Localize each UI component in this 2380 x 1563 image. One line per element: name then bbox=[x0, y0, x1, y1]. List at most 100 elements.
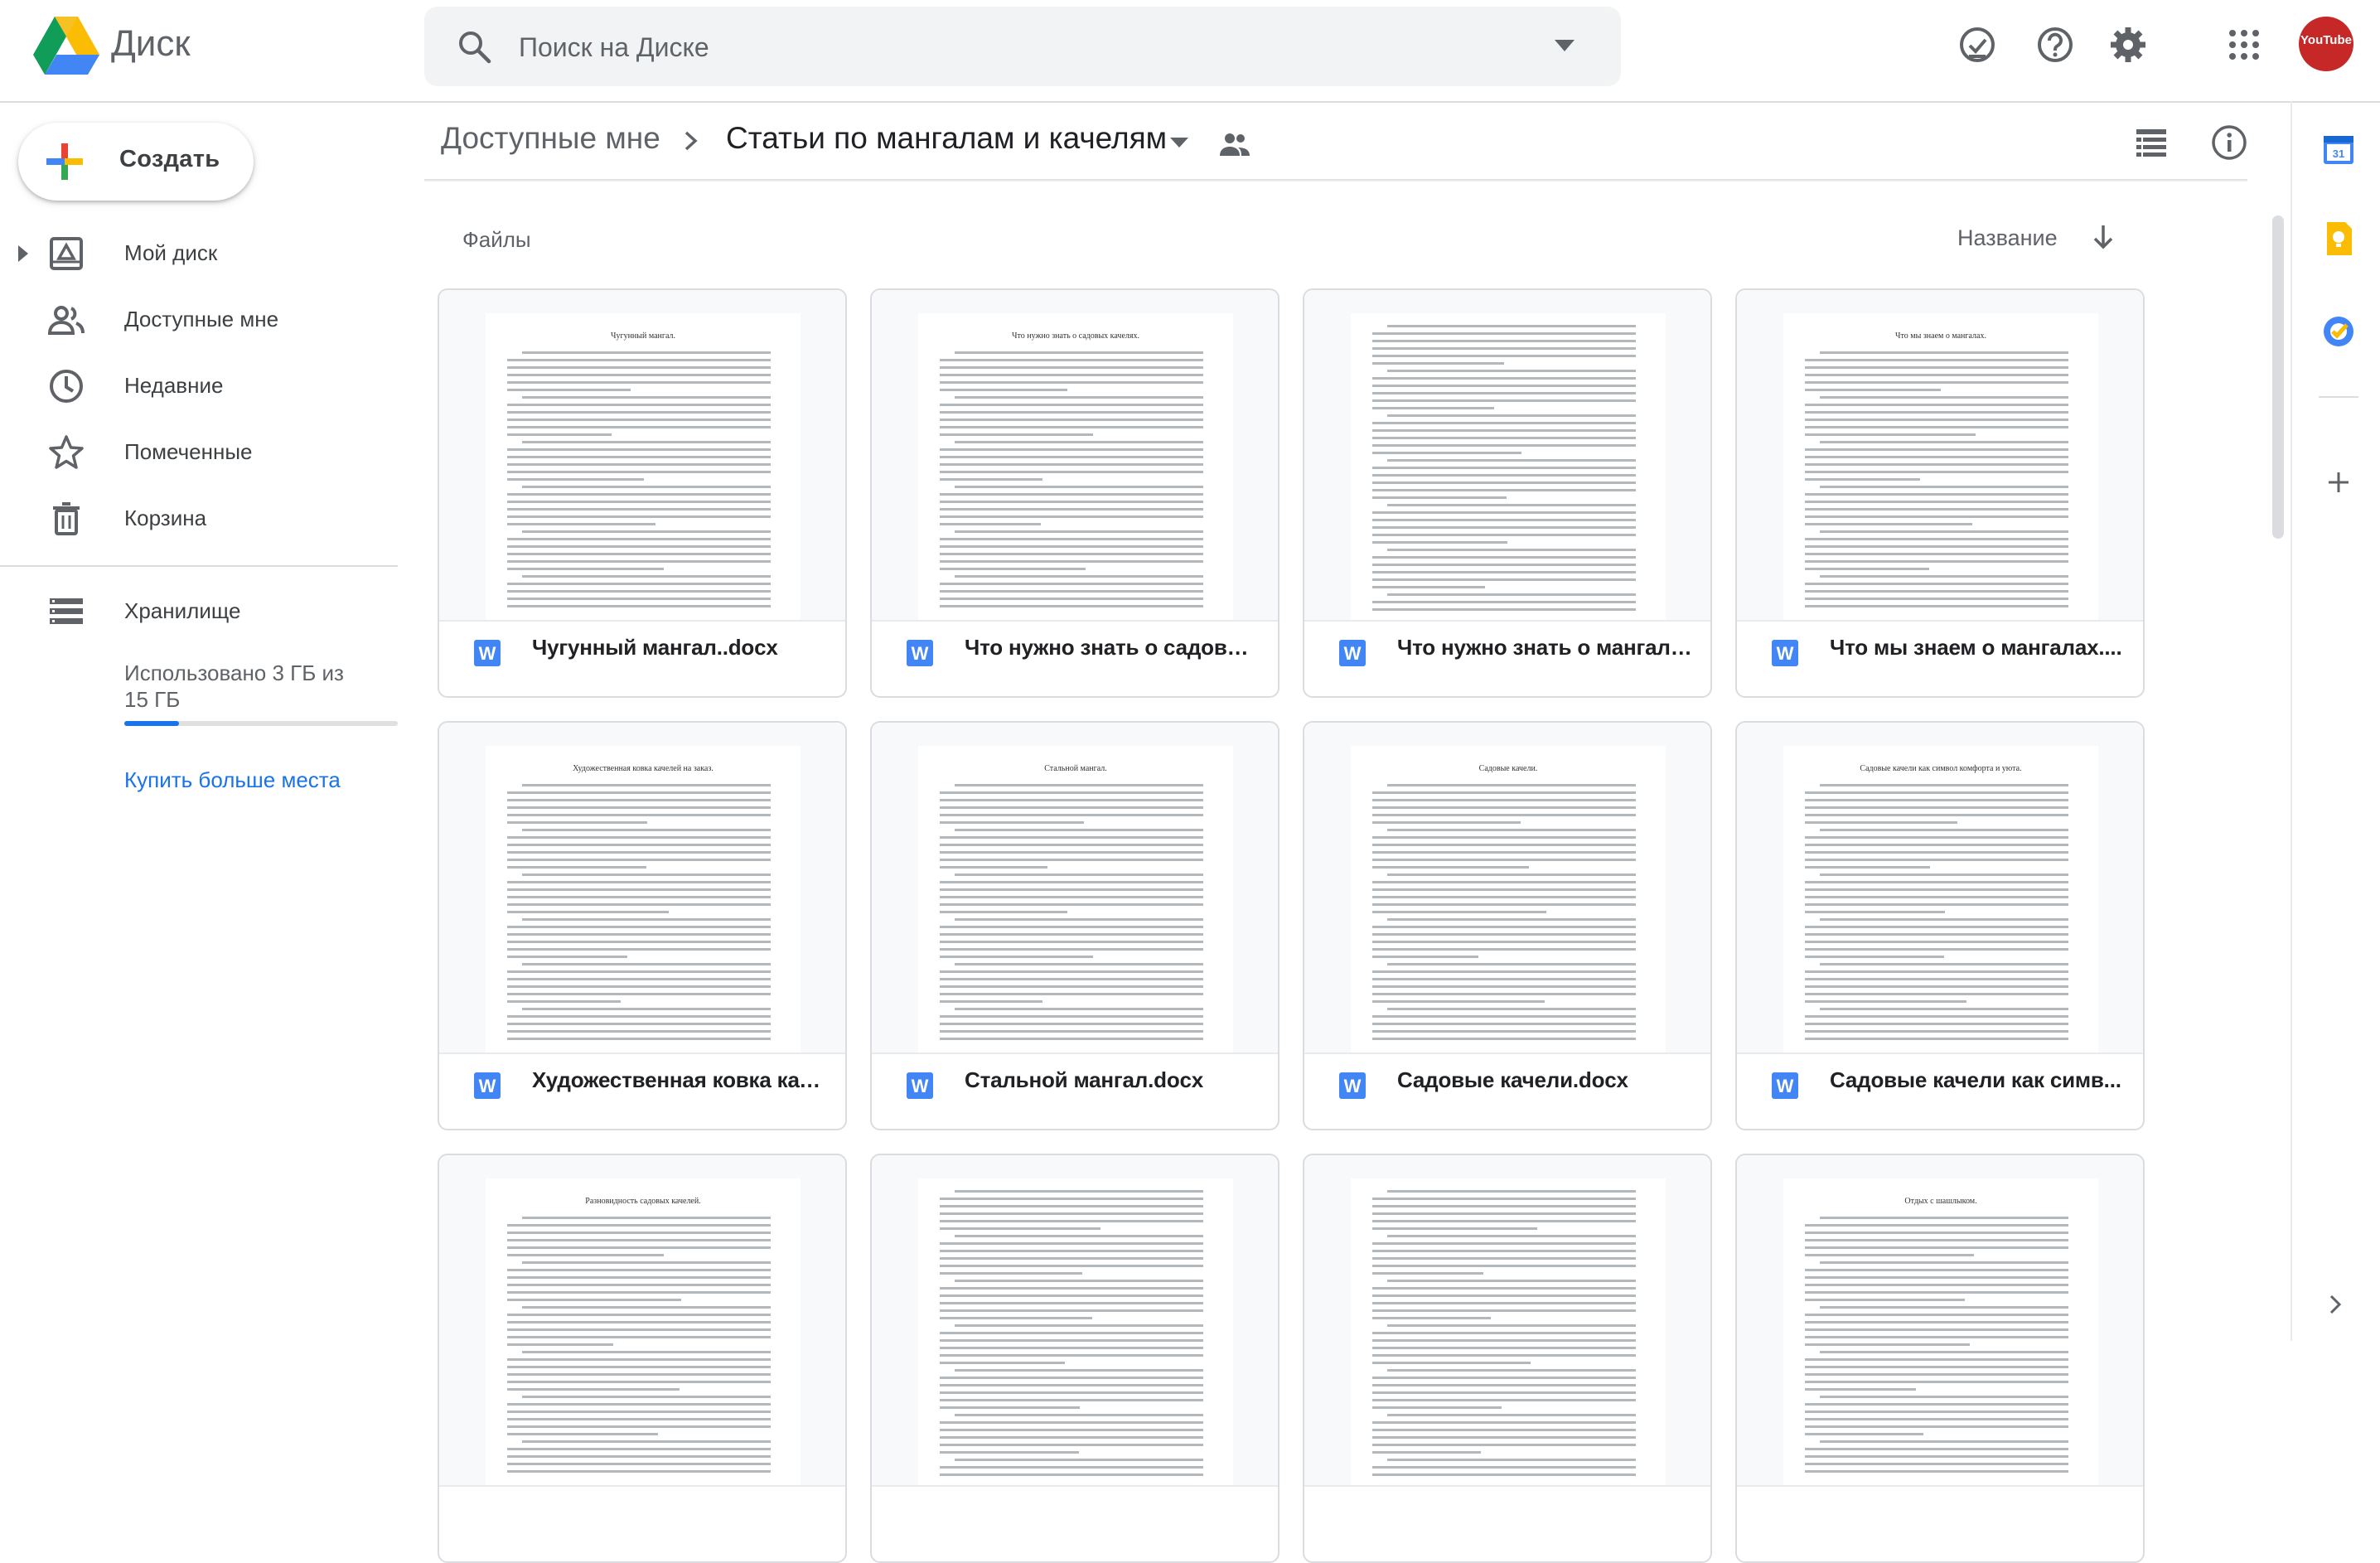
preview-text-line bbox=[1805, 448, 2068, 451]
file-thumbnail: Чугунный мангал. bbox=[439, 290, 845, 622]
preview-text-line bbox=[507, 515, 771, 518]
preview-text-line bbox=[1805, 1403, 2068, 1406]
preview-text-line bbox=[940, 1406, 1080, 1409]
preview-text-line bbox=[1805, 888, 2068, 891]
expand-side-panel-icon[interactable] bbox=[2319, 1288, 2352, 1321]
apps-grid-icon[interactable] bbox=[2221, 22, 2267, 68]
preview-text-line bbox=[1805, 463, 2068, 466]
preview-text-line bbox=[1372, 1354, 1636, 1357]
sidebar-item-shared[interactable]: Доступные мне bbox=[0, 293, 398, 346]
settings-icon[interactable] bbox=[2105, 22, 2151, 68]
buy-storage-link[interactable]: Купить больше места bbox=[124, 767, 341, 793]
preview-text-line bbox=[507, 821, 647, 824]
shared-folder-icon[interactable] bbox=[1217, 126, 1253, 162]
breadcrumb-current[interactable]: Статьи по мангалам и качелям bbox=[726, 121, 1167, 156]
list-view-icon[interactable] bbox=[2130, 121, 2173, 164]
document-preview-page: Художественная ковка качелей на заказ. bbox=[486, 746, 801, 1052]
breadcrumb-parent[interactable]: Доступные мне bbox=[441, 121, 660, 156]
tasks-icon[interactable] bbox=[2319, 312, 2358, 351]
app-title[interactable]: Диск bbox=[111, 23, 191, 65]
preview-text-line bbox=[940, 1429, 1203, 1431]
preview-text-line bbox=[1805, 1366, 2068, 1368]
preview-text-line bbox=[1372, 851, 1636, 854]
sort-direction-icon[interactable] bbox=[2088, 220, 2118, 254]
sidebar-item-label: Хранилище bbox=[124, 598, 241, 623]
search-bar[interactable] bbox=[424, 7, 1621, 86]
scrollbar-thumb[interactable] bbox=[2272, 215, 2284, 539]
preview-text-line bbox=[1372, 564, 1636, 566]
preview-text-line bbox=[507, 1358, 771, 1361]
sort-by-name-button[interactable]: Название bbox=[1957, 225, 2058, 251]
file-card[interactable]: Стальной мангал. W Стальной мангал.docx bbox=[870, 721, 1279, 1130]
preview-text-line bbox=[1805, 806, 2068, 809]
search-icon[interactable] bbox=[454, 27, 494, 66]
word-doc-icon: W bbox=[474, 640, 501, 666]
file-card[interactable]: Что нужно знать о садовых качелях. W Что н… bbox=[870, 288, 1279, 698]
preview-text-line bbox=[940, 948, 1203, 951]
preview-text-line bbox=[940, 493, 1203, 496]
sidebar-item-label: Помеченные bbox=[124, 439, 253, 464]
star-icon bbox=[49, 435, 84, 469]
preview-text-line bbox=[1805, 903, 2068, 906]
avatar-label: YouTube bbox=[2300, 33, 2352, 47]
preview-text-line bbox=[955, 1008, 1203, 1010]
preview-text-line bbox=[1805, 791, 2068, 794]
file-card[interactable]: Разновидность садовых качелей. bbox=[438, 1154, 847, 1563]
help-icon[interactable] bbox=[2032, 22, 2078, 68]
preview-text-line bbox=[1805, 926, 2068, 928]
preview-text-line bbox=[940, 1302, 1203, 1304]
preview-text-line bbox=[1372, 1287, 1636, 1290]
keep-icon[interactable] bbox=[2319, 219, 2358, 259]
file-card[interactable] bbox=[870, 1154, 1279, 1563]
preview-text-line bbox=[522, 1008, 771, 1010]
preview-text-line bbox=[955, 486, 1203, 488]
file-card[interactable]: W Что нужно знать о мангала... bbox=[1303, 288, 1712, 698]
document-preview-page: Чугунный мангал. bbox=[486, 313, 801, 620]
file-card[interactable]: Садовые качели как символ комфорта и уют… bbox=[1735, 721, 2145, 1130]
file-card[interactable]: Что мы знаем о мангалах. W Что мы знаем о … bbox=[1735, 288, 2145, 698]
preview-text-line bbox=[1372, 993, 1636, 995]
file-card[interactable]: Художественная ковка качелей на заказ. W Х… bbox=[438, 721, 847, 1130]
sidebar-item-starred[interactable]: Помеченные bbox=[0, 426, 398, 479]
search-options-icon[interactable] bbox=[1555, 40, 1575, 51]
preview-text-line bbox=[507, 501, 771, 503]
preview-text-line bbox=[1805, 1388, 1916, 1391]
offline-ready-icon[interactable] bbox=[1954, 22, 2000, 68]
folder-menu-caret-icon[interactable] bbox=[1170, 138, 1188, 148]
expand-arrow-icon[interactable] bbox=[18, 245, 28, 262]
preview-text-line bbox=[1372, 496, 1507, 499]
add-addon-icon[interactable] bbox=[2319, 462, 2358, 502]
file-card[interactable] bbox=[1303, 1154, 1712, 1563]
sidebar-item-storage[interactable]: Хранилище bbox=[0, 585, 398, 638]
preview-text-line bbox=[1372, 407, 1494, 409]
preview-text-line bbox=[1805, 844, 2068, 846]
preview-text-line bbox=[1805, 1343, 1970, 1346]
search-input[interactable] bbox=[517, 22, 1515, 73]
sidebar-item-my-drive[interactable]: Мой диск bbox=[0, 227, 398, 280]
file-card[interactable]: Садовые качели. W Садовые качели.docx bbox=[1303, 721, 1712, 1130]
file-card[interactable]: Отдых с шашлыком. bbox=[1735, 1154, 2145, 1563]
preview-text-line bbox=[940, 1023, 1203, 1025]
preview-text-line bbox=[940, 389, 1067, 391]
preview-text-line bbox=[507, 605, 771, 607]
preview-text-line bbox=[940, 1030, 1203, 1033]
drive-logo-icon[interactable] bbox=[33, 17, 99, 76]
preview-text-line bbox=[507, 1015, 771, 1018]
preview-text-line bbox=[955, 530, 1203, 533]
file-card[interactable]: Чугунный мангал. W Чугунный мангал..docx bbox=[438, 288, 847, 698]
sidebar-item-trash[interactable]: Корзина bbox=[0, 492, 398, 545]
preview-text-line bbox=[1372, 1466, 1636, 1469]
preview-text-line bbox=[507, 1381, 771, 1383]
storage-usage-text: Использовано 3 ГБ из 15 ГБ bbox=[124, 661, 344, 712]
create-button[interactable]: Создать bbox=[18, 123, 254, 201]
preview-text-line bbox=[507, 866, 646, 869]
preview-text-line bbox=[940, 374, 1203, 376]
calendar-icon[interactable]: 31 bbox=[2319, 129, 2358, 169]
preview-text-line bbox=[1372, 941, 1636, 943]
preview-text-line bbox=[522, 873, 771, 876]
info-icon[interactable] bbox=[2208, 121, 2251, 164]
account-avatar[interactable]: YouTube bbox=[2299, 17, 2353, 71]
sidebar-item-recent[interactable]: Недавние bbox=[0, 360, 398, 413]
preview-text-line bbox=[507, 478, 644, 481]
top-bar: Диск YouTube bbox=[0, 0, 2380, 103]
